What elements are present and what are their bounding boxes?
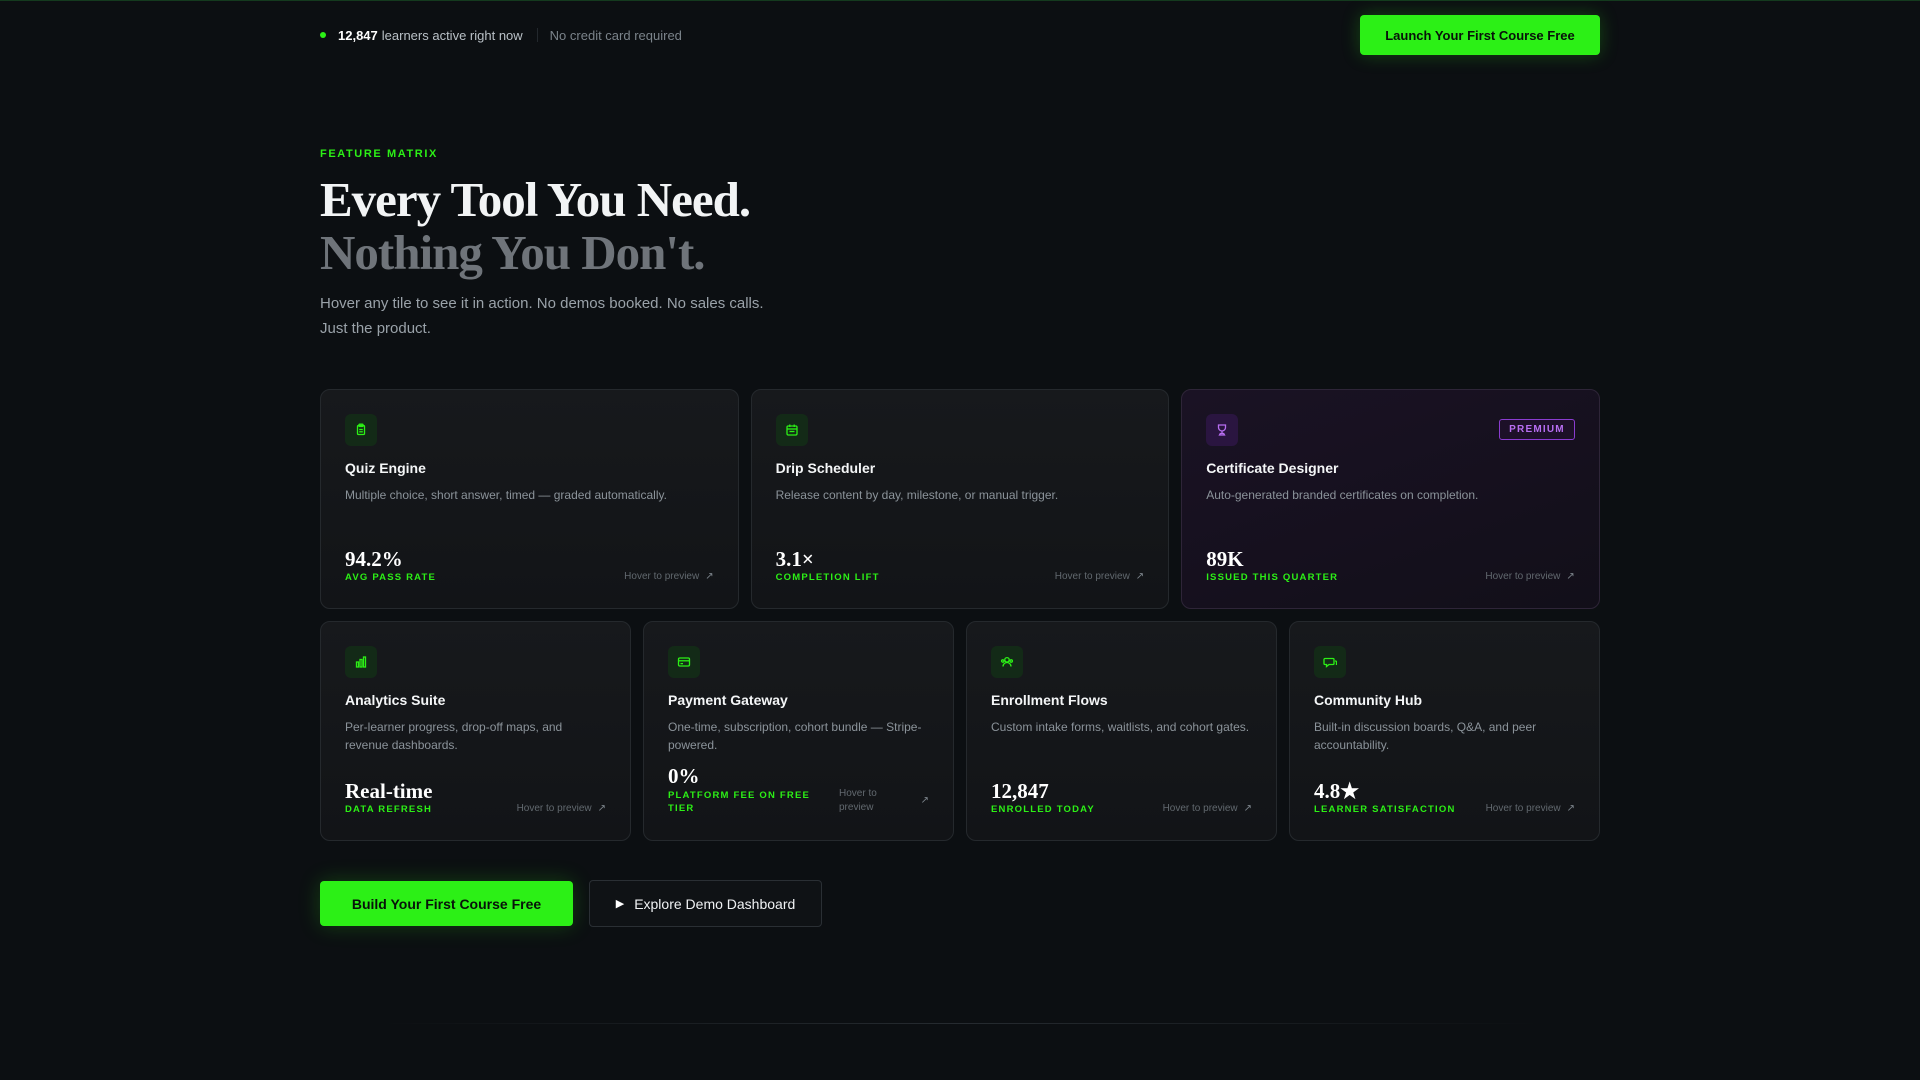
hero-subcopy: Hover any tile to see it in action. No d…	[320, 295, 764, 337]
feature-description: One-time, subscription, cohort bundle — …	[668, 720, 922, 752]
metric-value: 3.1×	[775, 547, 814, 571]
metric-label: ENROLLED TODAY	[991, 804, 1095, 815]
arrow-up-right-icon: ↗	[1135, 571, 1145, 582]
live-indicator-dot	[320, 32, 326, 38]
status-divider	[536, 28, 538, 42]
feature-card-payment-gateway[interactable]: Payment Gateway One-time, subscription, …	[643, 621, 954, 841]
feature-metric: 0% PLATFORM FEE ON FREE TIER	[668, 765, 818, 815]
explore-demo-label: Explore Demo Dashboard	[634, 895, 796, 912]
arrow-up-right-icon: ↗	[1243, 803, 1252, 814]
preview-text: Hover to preview	[516, 803, 592, 814]
feature-card-community-hub[interactable]: Community Hub Built-in discussion boards…	[1289, 621, 1600, 841]
metric-label: LEARNER SATISFACTION	[1314, 804, 1456, 815]
feature-description: Built-in discussion boards, Q&A, and pee…	[1314, 720, 1537, 752]
section-divider	[380, 1023, 1540, 1024]
feature-description: Custom intake forms, waitlists, and coho…	[991, 720, 1250, 734]
feature-metric: 4.8★ LEARNER SATISFACTION	[1314, 780, 1456, 815]
feature-title: Payment Gateway	[668, 692, 788, 708]
arrow-up-right-icon: ↗	[705, 571, 714, 582]
hover-to-preview-link[interactable]: Hover to preview ↗	[1163, 803, 1252, 814]
feature-title: Drip Scheduler	[775, 460, 876, 476]
bar-chart-icon	[345, 646, 377, 678]
metric-value: 12,847	[991, 779, 1049, 803]
hover-to-preview-link[interactable]: Hover to preview ↗	[1055, 571, 1144, 582]
arrow-up-right-icon: ↗	[1566, 571, 1575, 582]
metric-label: DATA REFRESH	[345, 804, 433, 815]
metric-value: 94.2%	[345, 547, 403, 571]
feature-metric: Real-time DATA REFRESH	[345, 780, 432, 815]
trophy-icon	[1206, 414, 1239, 446]
preview-text: Hover to preview	[1054, 571, 1130, 582]
chat-icon	[1314, 646, 1346, 678]
feature-card-quiz-engine[interactable]: Quiz Engine Multiple choice, short answe…	[320, 389, 739, 609]
metric-label: PLATFORM FEE ON FREE TIER	[668, 790, 811, 814]
feature-metric: 12,847 ENROLLED TODAY	[991, 780, 1095, 815]
calendar-icon	[775, 414, 808, 446]
feature-card-certificate-designer[interactable]: PREMIUM Certificate Designer Auto-genera…	[1181, 389, 1600, 609]
feature-description: Multiple choice, short answer, timed — g…	[345, 488, 667, 502]
metric-value: Real-time	[345, 779, 433, 803]
premium-badge: PREMIUM	[1499, 419, 1575, 440]
headline-line-1: Every Tool You Need.	[320, 172, 751, 227]
feature-title: Community Hub	[1314, 692, 1423, 708]
preview-text: Hover to preview	[839, 788, 877, 813]
arrow-up-right-icon: ↗	[597, 803, 606, 814]
launch-course-button[interactable]: Launch Your First Course Free	[1360, 15, 1600, 55]
top-bar: 12,847 learners active right now No cred…	[320, 15, 1600, 55]
hover-to-preview-link[interactable]: Hover to preview ↗	[1486, 803, 1575, 814]
feature-card-enrollment-flows[interactable]: Enrollment Flows Custom intake forms, wa…	[966, 621, 1277, 841]
feature-row-2: Analytics Suite Per-learner progress, dr…	[320, 621, 1600, 841]
headline-line-2: Nothing You Don't.	[320, 225, 706, 280]
page-headline: Every Tool You Need. Nothing You Don't.	[320, 172, 751, 280]
hover-to-preview-link[interactable]: Hover to preview ↗	[1485, 571, 1574, 582]
hover-to-preview-link[interactable]: Hover to preview ↗	[517, 803, 606, 814]
section-eyebrow: FEATURE MATRIX	[320, 148, 438, 160]
preview-text: Hover to preview	[1162, 803, 1238, 814]
metric-label: COMPLETION LIFT	[775, 572, 880, 583]
active-learners-count: 12,847	[338, 27, 378, 43]
feature-description: Auto-generated branded certificates on c…	[1206, 488, 1479, 502]
hover-to-preview-link[interactable]: Hover to preview ↗	[624, 571, 713, 582]
feature-title: Enrollment Flows	[991, 692, 1108, 708]
feature-title: Quiz Engine	[345, 460, 426, 476]
metric-value: 89K	[1206, 547, 1244, 571]
preview-text: Hover to preview	[624, 571, 700, 582]
hover-to-preview-link[interactable]: Hover to preview ↗	[839, 787, 929, 815]
active-learners-status: 12,847 learners active right now No cred…	[320, 28, 682, 43]
metric-label: ISSUED THIS QUARTER	[1206, 572, 1339, 583]
explore-demo-button[interactable]: ▶ Explore Demo Dashboard	[589, 880, 822, 927]
arrow-up-right-icon: ↗	[1566, 803, 1575, 814]
feature-metric: 3.1× COMPLETION LIFT	[776, 548, 880, 583]
active-learners-text: learners active right now	[381, 27, 523, 43]
preview-text: Hover to preview	[1485, 803, 1561, 814]
metric-value: 4.8★	[1314, 779, 1360, 803]
feature-description: Release content by day, milestone, or ma…	[775, 488, 1059, 502]
feature-card-drip-scheduler[interactable]: Drip Scheduler Release content by day, m…	[750, 389, 1170, 609]
feature-card-analytics-suite[interactable]: Analytics Suite Per-learner progress, dr…	[320, 621, 631, 841]
metric-value: 0%	[668, 764, 700, 788]
play-icon: ▶	[615, 898, 625, 910]
feature-metric: 89K ISSUED THIS QUARTER	[1206, 548, 1338, 583]
feature-metric: 94.2% AVG PASS RATE	[345, 548, 436, 583]
feature-title: Certificate Designer	[1206, 460, 1339, 476]
arrow-up-right-icon: ↗	[920, 795, 929, 806]
clipboard-icon	[345, 414, 377, 446]
build-course-button[interactable]: Build Your First Course Free	[320, 881, 573, 926]
no-credit-card-note: No credit card required	[549, 27, 682, 43]
feature-title: Analytics Suite	[345, 692, 446, 708]
cta-row: Build Your First Course Free ▶ Explore D…	[320, 880, 822, 927]
preview-text: Hover to preview	[1485, 571, 1561, 582]
users-icon	[991, 646, 1023, 678]
metric-label: AVG PASS RATE	[345, 572, 437, 583]
feature-description: Per-learner progress, drop-off maps, and…	[345, 720, 563, 752]
credit-card-icon	[668, 646, 700, 678]
feature-row-1: Quiz Engine Multiple choice, short answe…	[320, 389, 1600, 609]
